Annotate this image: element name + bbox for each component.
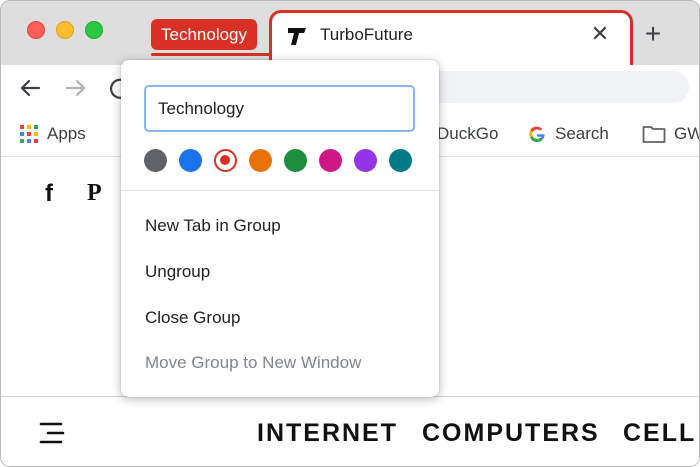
tab-strip: Technology TurboFuture ✕ + xyxy=(1,1,699,65)
folder-icon xyxy=(642,126,666,143)
google-icon xyxy=(529,126,545,143)
bookmark-label: DuckGo xyxy=(437,124,499,143)
bookmark-folder-gw[interactable]: GW xyxy=(642,123,699,145)
group-color-picker xyxy=(144,149,424,173)
site-nav-bar: INTERNET COMPUTERS CELL xyxy=(1,396,699,466)
bookmark-label: Search xyxy=(555,124,609,143)
menu-item-move-group-to-new-window: Move Group to New Window xyxy=(145,353,362,372)
plus-icon[interactable]: + xyxy=(638,19,668,49)
nav-link-computers[interactable]: COMPUTERS xyxy=(422,419,600,448)
arrow-left-icon[interactable] xyxy=(15,73,45,103)
window-maximize-button[interactable] xyxy=(85,21,103,39)
bookmark-duckgo[interactable]: DuckGo xyxy=(437,123,498,145)
tab-group-editor-popup: New Tab in Group Ungroup Close Group Mov… xyxy=(121,60,439,397)
tab-title: TurboFuture xyxy=(320,25,413,44)
tab-group-chip[interactable]: Technology xyxy=(151,19,258,50)
active-tab[interactable]: TurboFuture ✕ xyxy=(269,10,633,65)
menu-divider xyxy=(121,190,439,191)
menu-item-close-group[interactable]: Close Group xyxy=(145,308,240,328)
bookmark-apps[interactable]: Apps xyxy=(19,123,86,145)
menu-item-ungroup[interactable]: Ungroup xyxy=(145,262,210,282)
hamburger-menu-icon[interactable] xyxy=(37,419,67,447)
color-swatch-orange[interactable] xyxy=(249,149,272,172)
color-swatch-red[interactable] xyxy=(214,149,237,172)
bookmark-label: GW xyxy=(674,124,699,143)
turbofuture-logo-icon xyxy=(288,28,306,45)
color-swatch-grey[interactable] xyxy=(144,149,167,172)
arrow-right-icon[interactable] xyxy=(61,73,91,103)
bookmark-search[interactable]: Search xyxy=(527,123,609,145)
window-close-button[interactable] xyxy=(27,21,45,39)
window-minimize-button[interactable] xyxy=(56,21,74,39)
facebook-icon[interactable]: f xyxy=(45,180,53,208)
color-swatch-green[interactable] xyxy=(284,149,307,172)
tab-group-underline xyxy=(151,53,272,56)
nav-link-cell[interactable]: CELL xyxy=(623,419,696,448)
color-swatch-purple[interactable] xyxy=(354,149,377,172)
bookmark-label: Apps xyxy=(47,124,86,143)
nav-link-internet[interactable]: INTERNET xyxy=(257,419,398,448)
close-icon[interactable]: ✕ xyxy=(587,21,613,47)
pinterest-icon[interactable]: P xyxy=(87,180,102,207)
color-swatch-blue[interactable] xyxy=(179,149,202,172)
menu-item-new-tab-in-group[interactable]: New Tab in Group xyxy=(145,216,281,236)
apps-grid-icon xyxy=(20,125,38,143)
browser-window: Technology TurboFuture ✕ + Apps DuckGo S… xyxy=(0,0,700,467)
group-name-input[interactable] xyxy=(144,85,415,132)
color-swatch-pink[interactable] xyxy=(319,149,342,172)
color-swatch-cyan[interactable] xyxy=(389,149,412,172)
